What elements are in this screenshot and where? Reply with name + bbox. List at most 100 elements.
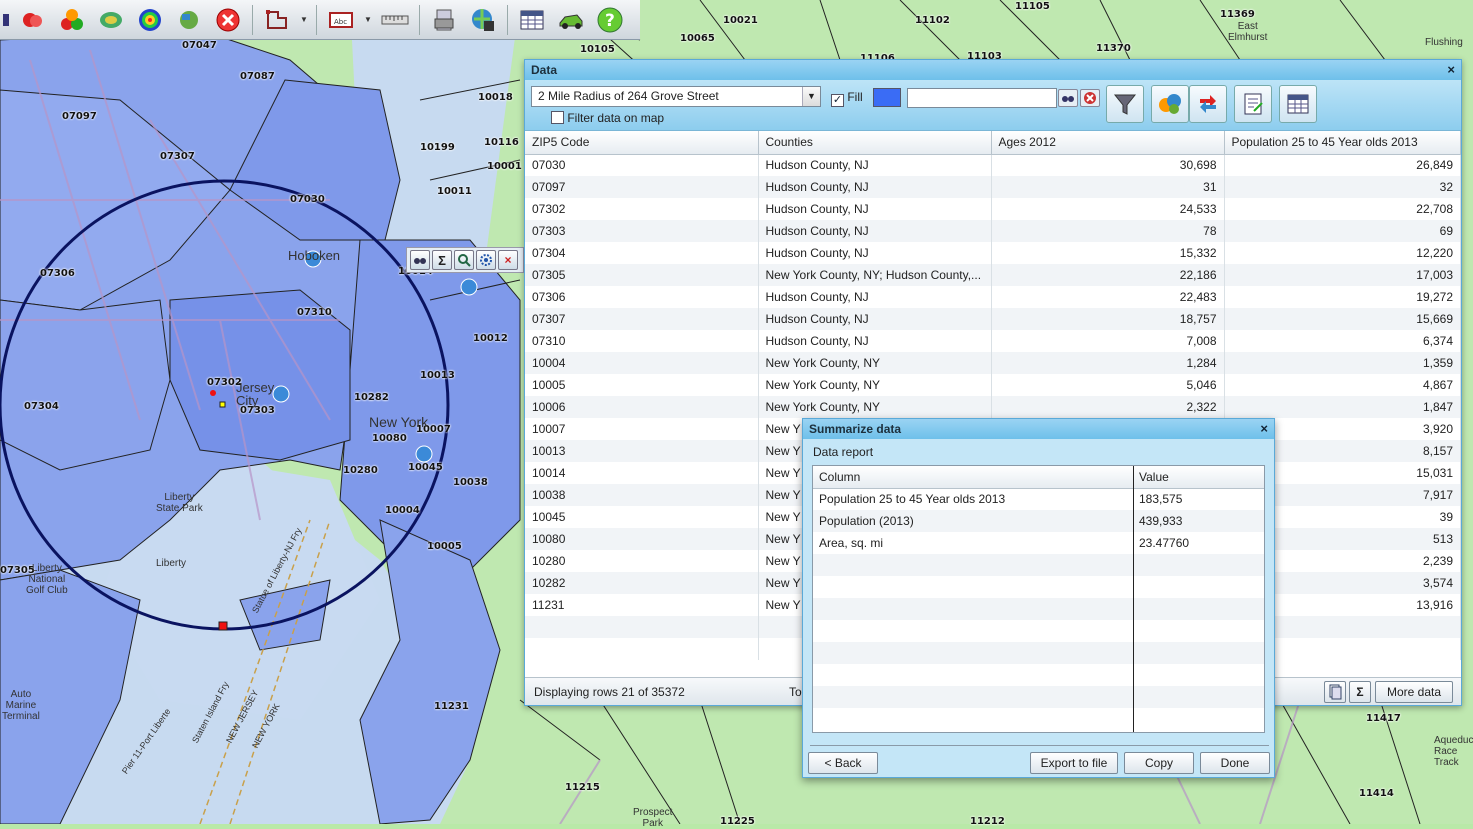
close-icon[interactable]: ×	[1260, 421, 1268, 436]
zip-label: 10005	[427, 541, 462, 552]
table-row[interactable]: 07305 New York County, NY; Hudson County,…	[525, 264, 1461, 286]
summary-column-cell: Population (2013)	[813, 510, 1133, 532]
empty-row	[813, 620, 1264, 642]
summarize-titlebar[interactable]: Summarize data ×	[803, 419, 1274, 439]
table-row[interactable]: 07310 Hudson County, NJ 7,008 6,374	[525, 330, 1461, 352]
summary-row[interactable]: Population (2013) 439,933	[813, 510, 1264, 532]
territory-dropdown-icon[interactable]: ▼	[298, 3, 310, 37]
copy-icon[interactable]	[1324, 681, 1346, 703]
summarize-title: Summarize data	[809, 422, 902, 436]
ruler-icon[interactable]	[377, 3, 413, 37]
search-input[interactable]	[907, 88, 1057, 108]
cell-county: Hudson County, NJ	[758, 176, 992, 198]
print-icon[interactable]	[426, 3, 462, 37]
cell-zip: 10006	[525, 396, 759, 418]
empty-cell	[1133, 598, 1264, 620]
zip-label: 10105	[580, 44, 615, 55]
table-row[interactable]: 07097 Hudson County, NJ 31 32	[525, 176, 1461, 198]
table-row[interactable]: 10006 New York County, NY 2,322 1,847	[525, 396, 1461, 418]
web-publish-icon[interactable]	[465, 3, 501, 37]
cell-county: New York County, NY	[758, 374, 992, 396]
data-window-titlebar[interactable]: Data ×	[525, 60, 1461, 80]
empty-row	[813, 708, 1264, 730]
summary-value-cell: 23.47760	[1139, 536, 1190, 550]
dataset-select[interactable]: 2 Mile Radius of 264 Grove Street ▼	[531, 86, 821, 107]
table-row[interactable]: 07302 Hudson County, NJ 24,533 22,708	[525, 198, 1461, 220]
filter-funnel-icon[interactable]	[1106, 85, 1144, 123]
filter-data-label: Filter data on map	[567, 111, 665, 125]
table-row[interactable]: 07303 Hudson County, NJ 78 69	[525, 220, 1461, 242]
data-groups-icon[interactable]	[1151, 85, 1189, 123]
table-row[interactable]: 10005 New York County, NY 5,046 4,867	[525, 374, 1461, 396]
cell-zip: 07303	[525, 220, 759, 242]
close-icon[interactable]: ×	[498, 250, 518, 270]
settings-icon[interactable]	[476, 250, 496, 270]
column-header-ages[interactable]: Ages 2012	[991, 131, 1225, 155]
zoom-icon[interactable]	[454, 250, 474, 270]
table-row[interactable]: 07306 Hudson County, NJ 22,483 19,272	[525, 286, 1461, 308]
help-icon[interactable]: ?	[592, 3, 628, 37]
cell-ages: 78	[991, 220, 1225, 242]
binoculars-icon[interactable]	[1058, 89, 1078, 107]
zip-label: 07047	[182, 40, 217, 51]
column-header-zip[interactable]: ZIP5 Code	[525, 131, 759, 155]
svg-text:Abc: Abc	[334, 18, 347, 26]
export-to-file-button[interactable]: Export to file	[1030, 752, 1118, 774]
empty-cell	[813, 686, 1133, 708]
summary-row[interactable]: Area, sq. mi 23.47760	[813, 532, 1264, 554]
sigma-icon[interactable]: Σ	[432, 250, 452, 270]
table-row[interactable]: 07307 Hudson County, NJ 18,757 15,669	[525, 308, 1461, 330]
empty-cell	[1133, 642, 1264, 664]
empty-cell	[813, 598, 1133, 620]
back-button[interactable]: < Back	[808, 752, 878, 774]
fill-color-swatch[interactable]	[873, 88, 901, 107]
label-dropdown-icon[interactable]: ▼	[362, 3, 374, 37]
summarize-subtitle: Data report	[813, 445, 874, 459]
export-document-icon[interactable]	[1234, 85, 1272, 123]
data-window-title: Data	[531, 63, 558, 77]
column-header-population[interactable]: Population 25 to 45 Year olds 2013	[1224, 131, 1461, 155]
filter-data-checkbox[interactable]	[551, 111, 564, 124]
table-row[interactable]: 07030 Hudson County, NJ 30,698 26,849	[525, 154, 1461, 176]
done-button[interactable]: Done	[1200, 752, 1270, 774]
cell-zip: 10005	[525, 374, 759, 396]
tri-circles-icon[interactable]	[54, 3, 90, 37]
red-circles-icon[interactable]	[15, 3, 51, 37]
table-settings-icon[interactable]	[1279, 85, 1317, 123]
cancel-icon[interactable]	[210, 3, 246, 37]
chevron-down-icon[interactable]: ▼	[802, 87, 820, 106]
table-row[interactable]: 10004 New York County, NY 1,284 1,359	[525, 352, 1461, 374]
fill-checkbox[interactable]: ✓	[831, 94, 844, 107]
close-icon[interactable]: ×	[1447, 62, 1455, 77]
column-header-counties[interactable]: Counties	[758, 131, 992, 155]
cell-ages: 7,008	[991, 330, 1225, 352]
more-data-button[interactable]: More data	[1375, 681, 1453, 703]
heatmap-icon[interactable]	[132, 3, 168, 37]
zip-label: 10013	[420, 370, 455, 381]
globe-tools-icon[interactable]	[171, 3, 207, 37]
summary-value-header[interactable]: Value	[1133, 466, 1264, 489]
car-route-icon[interactable]	[553, 3, 589, 37]
app-menu-icon[interactable]	[2, 3, 12, 37]
zip-label: 10001	[487, 161, 522, 172]
cell-zip: 10014	[525, 462, 759, 484]
summary-row[interactable]: Population 25 to 45 Year olds 2013 183,57…	[813, 488, 1264, 510]
text-label-icon[interactable]: Abc	[323, 3, 359, 37]
sigma-icon[interactable]: Σ	[1349, 681, 1371, 703]
cell-population: 1,847	[1224, 396, 1461, 418]
binoculars-icon[interactable]	[410, 250, 430, 270]
terrain-icon[interactable]	[93, 3, 129, 37]
toolbar-divider	[252, 4, 253, 35]
table-row[interactable]: 07304 Hudson County, NJ 15,332 12,220	[525, 242, 1461, 264]
summary-header-row: Column Value	[813, 466, 1264, 489]
cell-population: 1,359	[1224, 352, 1461, 374]
territory-icon[interactable]	[259, 3, 295, 37]
spreadsheet-icon[interactable]	[514, 3, 550, 37]
empty-row	[813, 576, 1264, 598]
clear-search-icon[interactable]	[1080, 89, 1100, 107]
summary-column-header[interactable]: Column	[813, 466, 1133, 489]
refresh-data-icon[interactable]	[1189, 85, 1227, 123]
place-aqueduct: Aqueduct Race Track	[1434, 735, 1473, 768]
copy-button[interactable]: Copy	[1124, 752, 1194, 774]
zip-label: 07304	[24, 401, 59, 412]
